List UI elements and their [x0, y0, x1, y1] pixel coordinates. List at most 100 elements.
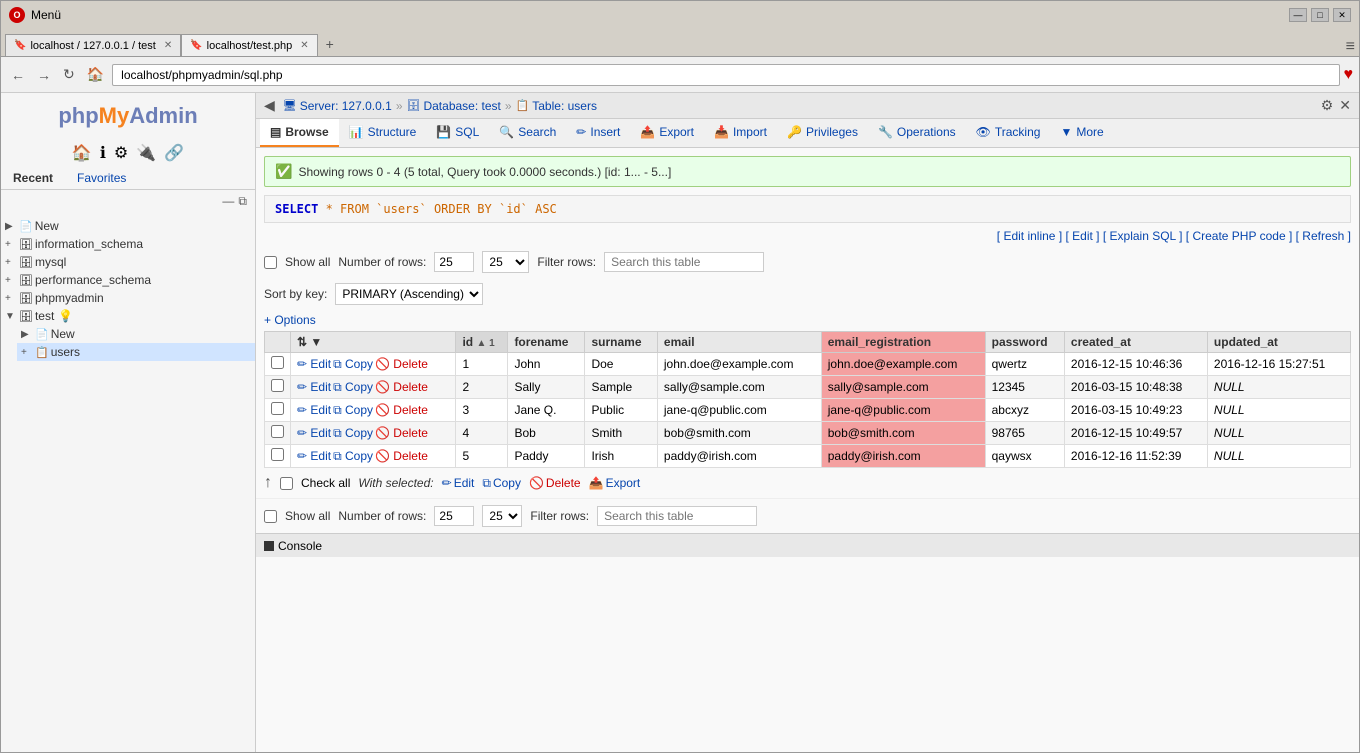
close-bc-btn[interactable]: ✕ [1339, 97, 1351, 114]
col-header-email[interactable]: email [657, 332, 821, 353]
edit-link-1[interactable]: ✏ Edit [297, 380, 331, 394]
tab-2-close[interactable]: ✕ [300, 40, 308, 51]
tab-browse[interactable]: ▤ Browse [260, 119, 339, 147]
col-header-created-at[interactable]: created_at [1064, 332, 1207, 353]
bottom-show-all-checkbox[interactable] [264, 510, 277, 523]
sidebar-expand-btn[interactable]: ⧉ [238, 194, 247, 209]
num-rows-select[interactable]: 25 50 100 [482, 251, 529, 273]
maximize-button[interactable]: □ [1311, 8, 1329, 22]
col-header-updated-at[interactable]: updated_at [1207, 332, 1350, 353]
tree-item-mysql[interactable]: + 🗄 mysql [1, 253, 255, 271]
settings-icon[interactable]: ⚙ [114, 143, 128, 163]
breadcrumb-database[interactable]: 🗄 Database: test [407, 99, 501, 113]
favorite-button[interactable]: ♥ [1344, 66, 1354, 84]
row-checkbox-0[interactable] [271, 356, 284, 369]
filter-rows-input[interactable] [604, 252, 764, 272]
plugin-icon[interactable]: 🔌 [136, 143, 156, 163]
menu-label[interactable]: Menü [31, 8, 61, 22]
refresh-link[interactable]: Refresh [1302, 229, 1344, 243]
info-icon[interactable]: ℹ [100, 143, 106, 163]
breadcrumb-back-icon[interactable]: ◀ [264, 97, 275, 114]
refresh-nav-button[interactable]: ↻ [59, 64, 79, 85]
sidebar-tab-recent[interactable]: Recent [1, 167, 65, 189]
tab-insert[interactable]: ✏ Insert [566, 119, 630, 147]
bottom-delete-link[interactable]: 🚫 Delete [529, 476, 581, 490]
tree-item-performance-schema[interactable]: + 🗄 performance_schema [1, 271, 255, 289]
home-icon[interactable]: 🏠 [72, 143, 92, 163]
sort-select[interactable]: PRIMARY (Ascending) [335, 283, 483, 305]
explain-sql-link[interactable]: Explain SQL [1110, 229, 1176, 243]
options-link[interactable]: + Options [256, 309, 1359, 331]
edit-link-4[interactable]: ✏ Edit [297, 449, 331, 463]
row-checkbox-3[interactable] [271, 425, 284, 438]
edit-link-2[interactable]: ✏ Edit [297, 403, 331, 417]
filter-icon[interactable]: ▼ [310, 335, 322, 349]
breadcrumb-table[interactable]: 📋 Table: users [516, 99, 597, 113]
new-tab-button[interactable]: + [318, 32, 342, 56]
tree-item-new-test[interactable]: ▶ 📄 New [17, 325, 255, 343]
bottom-filter-input[interactable] [597, 506, 757, 526]
bottom-edit-link[interactable]: ✏ Edit [442, 476, 475, 490]
tab-more[interactable]: ▼ More [1050, 119, 1113, 147]
close-button[interactable]: ✕ [1333, 8, 1351, 22]
row-checkbox-4[interactable] [271, 448, 284, 461]
sidebar-tab-favorites[interactable]: Favorites [65, 167, 138, 189]
check-all-checkbox[interactable] [280, 477, 293, 490]
edit-sql-link[interactable]: Edit [1072, 229, 1093, 243]
tab-export[interactable]: 📤 Export [630, 119, 704, 147]
copy-link-0[interactable]: ⧉ Copy [333, 357, 373, 372]
delete-link-4[interactable]: 🚫 Delete [375, 449, 428, 463]
tab-import[interactable]: 📥 Import [704, 119, 777, 147]
breadcrumb-server[interactable]: 🖥 Server: 127.0.0.1 [283, 99, 392, 113]
tab-tracking[interactable]: 👁 Tracking [966, 119, 1051, 147]
create-php-link[interactable]: Create PHP code [1192, 229, 1285, 243]
tab-1-close[interactable]: ✕ [164, 40, 172, 51]
forward-button[interactable]: → [33, 65, 55, 85]
bottom-num-rows-select[interactable]: 25 [482, 505, 522, 527]
back-button[interactable]: ← [7, 65, 29, 85]
external-icon[interactable]: 🔗 [164, 143, 184, 163]
num-rows-input[interactable] [434, 252, 474, 272]
tree-item-new-root[interactable]: ▶ 📄 New [1, 217, 255, 235]
edit-link-3[interactable]: ✏ Edit [297, 426, 331, 440]
tab-sql[interactable]: 💾 SQL [426, 119, 489, 147]
copy-link-1[interactable]: ⧉ Copy [333, 380, 373, 395]
bottom-copy-link[interactable]: ⧉ Copy [482, 476, 521, 491]
edit-inline-link[interactable]: Edit inline [1003, 229, 1055, 243]
row-checkbox-2[interactable] [271, 402, 284, 415]
settings-bc-btn[interactable]: ⚙ [1321, 97, 1334, 114]
tab-operations[interactable]: 🔧 Operations [868, 119, 966, 147]
copy-link-4[interactable]: ⧉ Copy [333, 449, 373, 464]
tree-item-phpmyadmin[interactable]: + 🗄 phpmyadmin [1, 289, 255, 307]
tab-search[interactable]: 🔍 Search [489, 119, 566, 147]
delete-link-1[interactable]: 🚫 Delete [375, 380, 428, 394]
tree-item-information-schema[interactable]: + 🗄 information_schema [1, 235, 255, 253]
address-input[interactable] [112, 64, 1339, 86]
bottom-export-link[interactable]: 📤 Export [589, 476, 641, 490]
tab-1[interactable]: 🔖 localhost / 127.0.0.1 / test ✕ [5, 34, 181, 56]
sidebar-collapse-btn[interactable]: — [222, 194, 234, 209]
show-all-checkbox[interactable] [264, 256, 277, 269]
col-header-password[interactable]: password [985, 332, 1064, 353]
home-button[interactable]: 🏠 [83, 64, 108, 85]
copy-link-3[interactable]: ⧉ Copy [333, 426, 373, 441]
col-header-surname[interactable]: surname [585, 332, 657, 353]
copy-link-2[interactable]: ⧉ Copy [333, 403, 373, 418]
console-label[interactable]: Console [278, 539, 322, 553]
tab-2[interactable]: 🔖 localhost/test.php ✕ [181, 34, 317, 56]
edit-link-0[interactable]: ✏ Edit [297, 357, 331, 371]
minimize-button[interactable]: — [1289, 8, 1307, 22]
tab-structure[interactable]: 📊 Structure [339, 119, 427, 147]
col-header-email-registration[interactable]: email_registration [821, 332, 985, 353]
tree-item-test[interactable]: ▼ 🗄 test 💡 [1, 307, 255, 325]
check-all-label[interactable]: Check all [301, 476, 350, 490]
tree-item-users[interactable]: + 📋 users [17, 343, 255, 361]
row-checkbox-1[interactable] [271, 379, 284, 392]
col-header-forename[interactable]: forename [508, 332, 585, 353]
delete-link-3[interactable]: 🚫 Delete [375, 426, 428, 440]
tab-privileges[interactable]: 🔑 Privileges [777, 119, 868, 147]
tab-stack-button[interactable]: ≡ [1346, 38, 1355, 56]
delete-link-2[interactable]: 🚫 Delete [375, 403, 428, 417]
col-header-id[interactable]: id ▲ 1 [456, 332, 508, 353]
bottom-num-rows-input[interactable] [434, 506, 474, 526]
